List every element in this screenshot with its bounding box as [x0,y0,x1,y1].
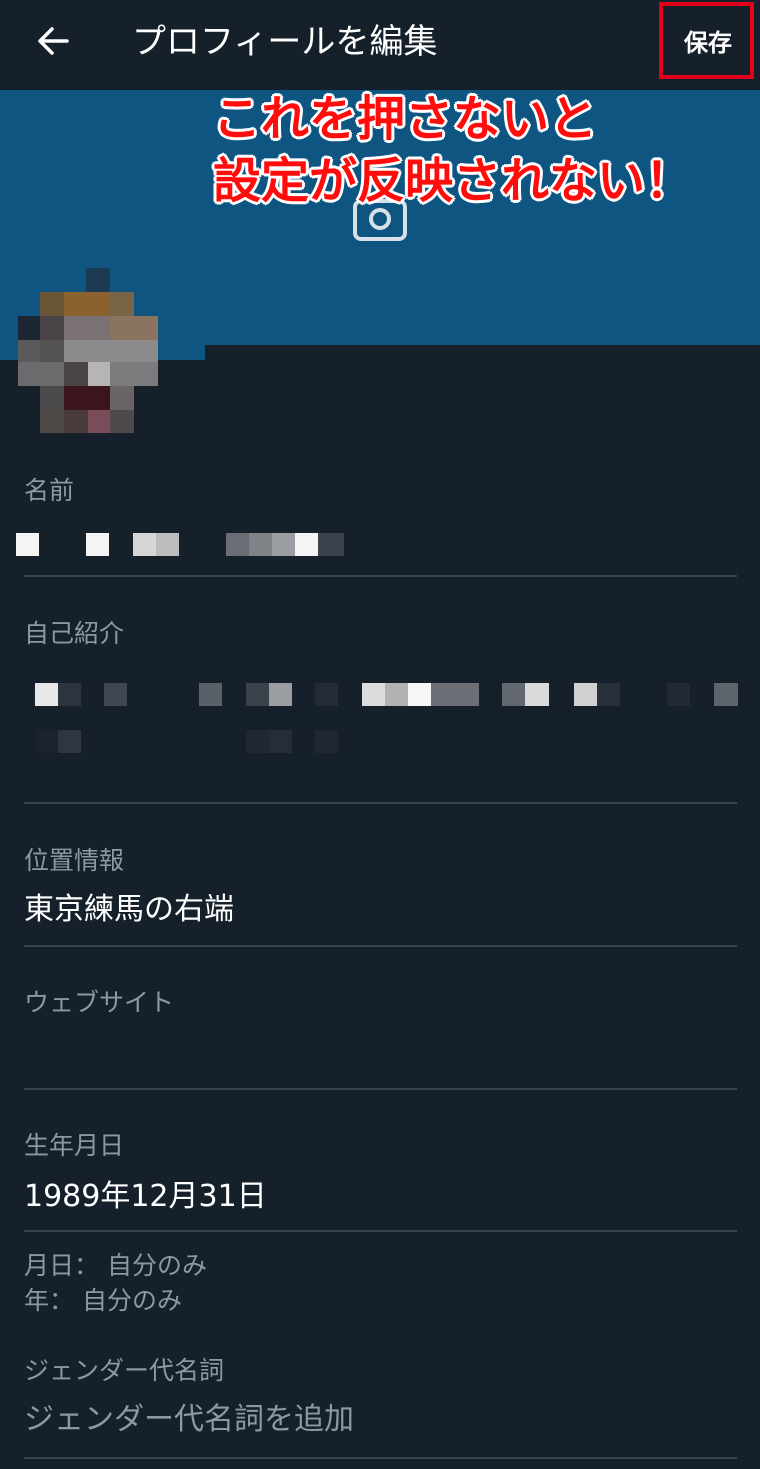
arrow-left-icon [38,27,69,55]
bio-label: 自己紹介 [24,619,125,648]
annotation-note: これを押さないと 設定が反映されない！ [213,88,753,212]
birthday-value: 1989年12月31日 [24,1179,267,1214]
avatar[interactable] [18,268,158,433]
back-button[interactable] [30,18,76,64]
annotation-line-1: これを押さないと [213,91,598,147]
location-divider [24,945,737,947]
location-label: 位置情報 [24,846,125,875]
location-value: 東京練馬の右端 [24,892,234,927]
website-label: ウェブサイト [24,988,175,1017]
gender-label: ジェンダー代名詞 [24,1356,225,1385]
annotation-line-2: 設定が反映されない！ [213,153,694,209]
bio-field[interactable]: 自己紹介 [24,617,737,651]
gender-field[interactable]: ジェンダー代名詞 ジェンダー代名詞を追加 [24,1354,737,1440]
name-value-redacted [16,533,346,557]
bio-value-redacted [24,683,738,755]
save-button[interactable]: 保存 [684,26,732,60]
location-field[interactable]: 位置情報 東京練馬の右端 [24,844,737,930]
gender-divider [24,1457,737,1459]
birthday-label: 生年月日 [24,1131,125,1160]
gender-input[interactable]: ジェンダー代名詞を追加 [24,1400,737,1440]
page-title: プロフィールを編集 [132,22,438,62]
name-label: 名前 [24,476,75,505]
bio-divider [24,802,737,804]
website-divider [24,1088,737,1090]
name-field[interactable]: 名前 [24,474,737,508]
birthday-field[interactable]: 生年月日 1989年12月31日 [24,1129,737,1217]
website-field[interactable]: ウェブサイト [24,986,737,1032]
birthday-privacy-year[interactable]: 年： 自分のみ [24,1284,182,1318]
birthday-divider [24,1230,737,1232]
name-divider [24,575,737,577]
birthday-privacy-monthday[interactable]: 月日： 自分のみ [24,1249,207,1283]
app-bar: プロフィールを編集 保存 [0,0,760,90]
